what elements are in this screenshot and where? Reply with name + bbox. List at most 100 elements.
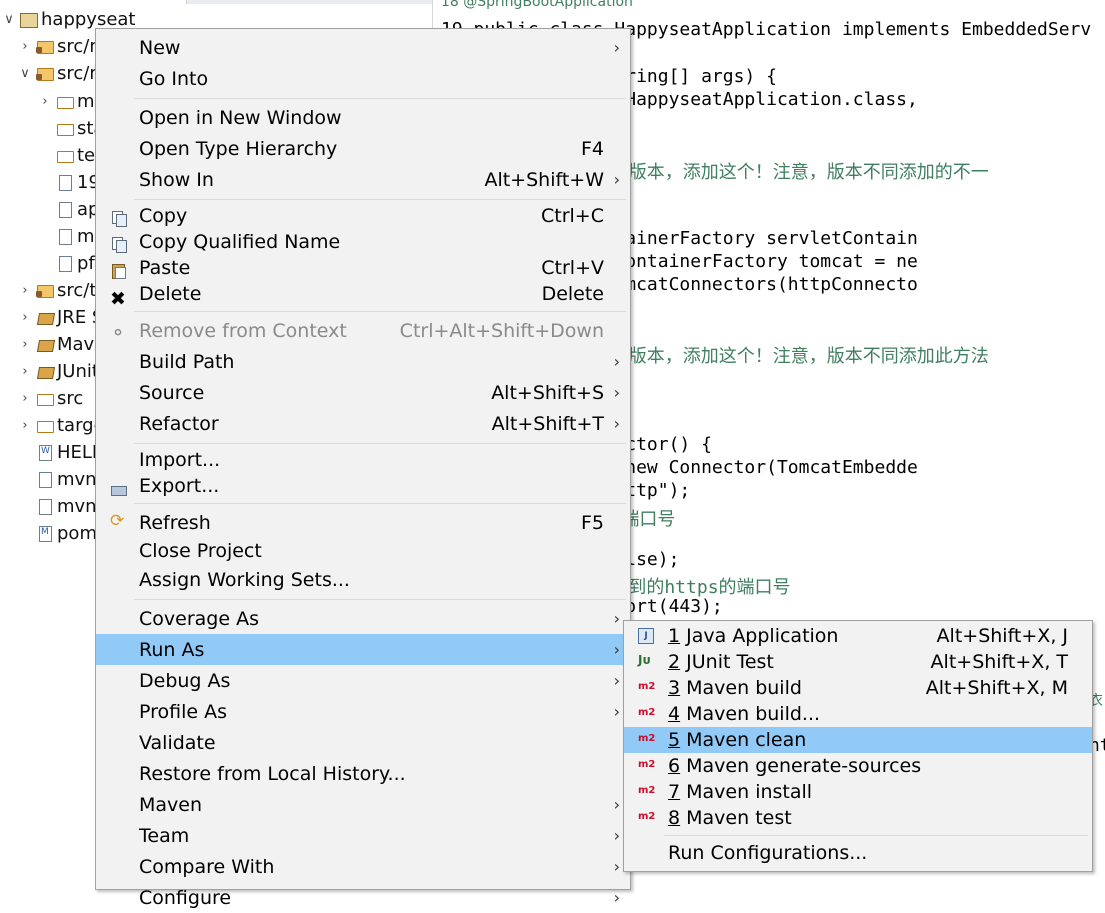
menu-item-assign-working-sets[interactable]: Assign Working Sets... — [96, 564, 630, 595]
menu-item-compare-with[interactable]: Compare With › — [96, 851, 630, 882]
menu-item-label: Refactor — [139, 412, 219, 435]
submenu-item-maven-build[interactable]: m2 4 Maven build... — [624, 701, 1092, 727]
chevron-down-icon[interactable]: ∨ — [18, 66, 32, 81]
menu-item-profile-as[interactable]: Profile As › — [96, 696, 630, 727]
submenu-arrow-icon: › — [613, 702, 620, 721]
menu-item-remove-from-context[interactable]: ⚬ Remove from Context Ctrl+Alt+Shift+Down — [96, 315, 630, 346]
menu-item-refactor[interactable]: Refactor Alt+Shift+T › — [96, 408, 630, 439]
copy-icon — [110, 210, 127, 227]
submenu-item-maven-clean[interactable]: m2 5 Maven clean — [624, 727, 1092, 753]
menu-item-shortcut: Ctrl+Alt+Shift+Down — [399, 319, 604, 342]
menu-item-import[interactable]: Import... — [96, 447, 630, 473]
submenu-item-text: Maven test — [686, 807, 792, 829]
chevron-right-icon[interactable]: › — [18, 283, 32, 298]
submenu-item-text: Maven generate-sources — [686, 755, 922, 777]
tree-item[interactable]: pom — [18, 520, 97, 546]
submenu-item-label: 7 Maven install — [668, 781, 812, 803]
menu-item-build-path[interactable]: Build Path › — [96, 346, 630, 377]
tree-item[interactable]: ter — [38, 142, 103, 168]
menu-item-run-as[interactable]: Run As › — [96, 634, 630, 665]
file-icon — [56, 255, 74, 272]
copy-icon — [110, 236, 127, 253]
menu-item-new[interactable]: New › — [96, 32, 630, 63]
menu-separator — [664, 835, 1088, 836]
explorer-toolbar-edge — [186, 0, 433, 4]
menu-item-label: Debug As — [139, 669, 231, 692]
chevron-right-icon[interactable]: › — [18, 364, 32, 379]
tree-item[interactable]: › JUnit — [18, 358, 99, 384]
chevron-right-icon[interactable]: › — [18, 391, 32, 406]
menu-item-debug-as[interactable]: Debug As › — [96, 665, 630, 696]
menu-item-delete[interactable]: ✖ Delete Delete — [96, 281, 630, 310]
submenu-item-text: Maven clean — [686, 729, 807, 751]
tree-item[interactable]: ∨ src/m — [18, 60, 107, 86]
refresh-icon: ⟳ — [110, 511, 125, 531]
menu-item-configure[interactable]: Configure › — [96, 882, 630, 913]
submenu-item-text: Maven build — [686, 677, 802, 699]
package-folder-icon — [36, 65, 54, 81]
submenu-arrow-icon: › — [613, 640, 620, 659]
submenu-item-maven-install[interactable]: m2 7 Maven install — [624, 779, 1092, 805]
chevron-right-icon[interactable]: › — [38, 94, 52, 109]
menu-item-export[interactable]: Export... — [96, 473, 630, 499]
chevron-right-icon[interactable]: › — [18, 337, 32, 352]
folder-icon — [36, 390, 54, 406]
menu-item-close-project[interactable]: Close Project — [96, 538, 630, 564]
tree-item[interactable]: › targe — [18, 412, 104, 438]
tree-item[interactable]: › src/t — [18, 277, 96, 303]
submenu-arrow-icon: › — [613, 414, 620, 433]
chevron-right-icon[interactable]: › — [18, 39, 32, 54]
menu-item-label: Coverage As — [139, 607, 259, 630]
chevron-right-icon[interactable]: › — [18, 418, 32, 433]
chevron-right-icon[interactable]: › — [18, 310, 32, 325]
menu-item-shortcut: Delete — [541, 283, 604, 305]
chevron-down-icon[interactable]: ∨ — [2, 12, 16, 27]
menu-item-go-into[interactable]: Go Into — [96, 63, 630, 94]
tree-item[interactable]: › src/m — [18, 33, 107, 59]
menu-item-label: Refresh — [139, 511, 211, 534]
menu-item-refresh[interactable]: ⟳ Refresh F5 — [96, 507, 630, 538]
menu-item-open-in-new-window[interactable]: Open in New Window — [96, 102, 630, 133]
tree-item-label: JUnit — [57, 360, 99, 382]
submenu-item-label: 4 Maven build... — [668, 703, 820, 725]
menu-item-label: Build Path — [139, 350, 235, 373]
menu-item-restore-from-local-history[interactable]: Restore from Local History... — [96, 758, 630, 789]
menu-item-copy-qualified-name[interactable]: Copy Qualified Name — [96, 229, 630, 255]
submenu-arrow-icon: › — [613, 609, 620, 628]
tree-item[interactable]: › src — [18, 385, 83, 411]
menu-item-team[interactable]: Team › — [96, 820, 630, 851]
menu-item-open-type-hierarchy[interactable]: Open Type Hierarchy F4 — [96, 133, 630, 164]
menu-item-show-in[interactable]: Show In Alt+Shift+W › — [96, 164, 630, 195]
submenu-item-shortcut: Alt+Shift+X, J — [936, 625, 1068, 647]
tree-item[interactable]: ap — [38, 196, 99, 222]
menu-item-copy[interactable]: Copy Ctrl+C — [96, 203, 630, 229]
submenu-item-run-configurations[interactable]: Run Configurations... — [624, 840, 1092, 866]
tree-item-label: happyseat — [41, 8, 136, 30]
tree-item[interactable]: 19 — [38, 169, 100, 195]
submenu-item-maven-build[interactable]: m2 3 Maven build Alt+Shift+X, M — [624, 675, 1092, 701]
submenu-item-maven-generate-sources[interactable]: m2 6 Maven generate-sources — [624, 753, 1092, 779]
maven-icon: m2 — [638, 811, 656, 822]
tree-item[interactable]: mvnv — [18, 493, 107, 519]
tree-item[interactable]: mvnv — [18, 466, 107, 492]
submenu-item-junit-test[interactable]: Jᴜ 2 JUnit Test Alt+Shift+X, T — [624, 649, 1092, 675]
menu-item-paste[interactable]: Paste Ctrl+V — [96, 255, 630, 281]
menu-item-label: Copy Qualified Name — [139, 231, 341, 253]
submenu-item-maven-test[interactable]: m2 8 Maven test — [624, 805, 1092, 831]
menu-separator — [134, 443, 626, 444]
menu-separator — [134, 199, 626, 200]
submenu-item-label: 2 JUnit Test — [668, 651, 774, 673]
mnemonic-number: 5 — [668, 729, 681, 751]
menu-item-source[interactable]: Source Alt+Shift+S › — [96, 377, 630, 408]
menu-item-maven[interactable]: Maven › — [96, 789, 630, 820]
submenu-item-text: Java Application — [686, 625, 839, 647]
submenu-item-label: 5 Maven clean — [668, 729, 806, 751]
menu-item-label: Copy — [139, 205, 188, 227]
tree-item[interactable]: HELP — [18, 439, 103, 465]
tree-item[interactable]: › JRE S — [18, 304, 103, 330]
submenu-item-java-application[interactable]: J1 Java Application Alt+Shift+X, J — [624, 623, 1092, 649]
maven-icon: m2 — [638, 707, 656, 718]
menu-item-validate[interactable]: Validate — [96, 727, 630, 758]
tree-item[interactable]: › Mave — [18, 331, 105, 357]
menu-item-coverage-as[interactable]: Coverage As › — [96, 603, 630, 634]
